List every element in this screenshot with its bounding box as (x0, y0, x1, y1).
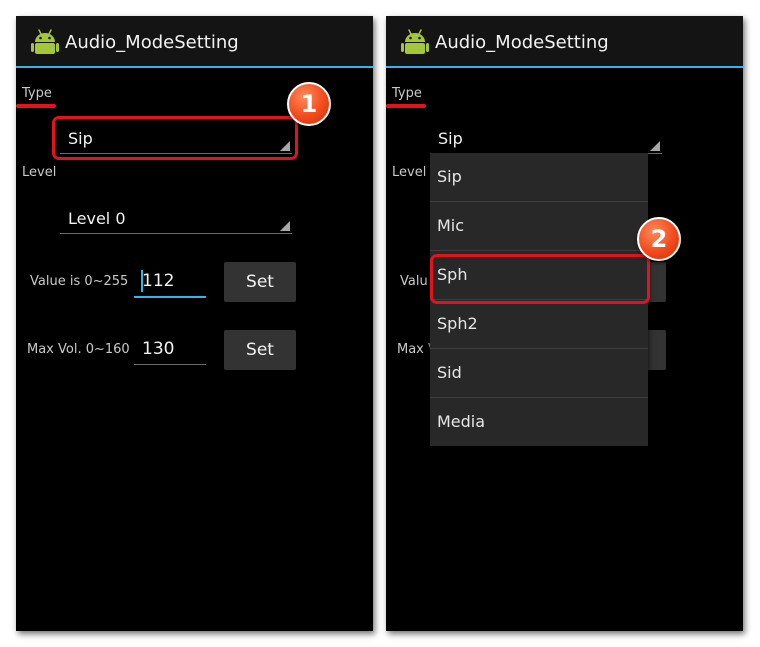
dropdown-option-label: Mic (437, 216, 465, 235)
step-badge-2: 2 (637, 217, 681, 261)
level-spinner-value: Level 0 (68, 209, 126, 228)
value-input-text: 112 (142, 271, 175, 291)
app-title: Audio_ModeSetting (65, 32, 239, 53)
set-value-button[interactable]: Set (224, 262, 296, 302)
spinner-caret-icon (650, 141, 660, 151)
type-spinner-highlight (52, 116, 298, 160)
type-spinner-value: Sip (438, 129, 463, 148)
dropdown-option-media[interactable]: Media (430, 398, 648, 446)
type-label-highlight (386, 104, 426, 108)
value-range-label: Value is 0~255 (30, 274, 129, 289)
type-label: Type (22, 86, 52, 101)
dropdown-option-sip[interactable]: Sip (430, 153, 648, 202)
dropdown-option-label: Sip (437, 167, 462, 186)
set-max-vol-button[interactable]: Set (224, 330, 296, 370)
phone-screen-right: Audio_ModeSetting Type Sip Level Valu Ma… (386, 16, 743, 631)
type-label: Type (392, 86, 422, 101)
dropdown-option-label: Sid (437, 363, 462, 382)
sph-option-highlight (430, 254, 650, 304)
type-label-highlight (16, 104, 56, 108)
dropdown-option-sid[interactable]: Sid (430, 349, 648, 398)
phone-screen-left: Audio_ModeSetting Type Sip 1 Level Level… (16, 16, 373, 631)
dropdown-option-sph2[interactable]: Sph2 (430, 300, 648, 349)
action-bar: Audio_ModeSetting (386, 16, 743, 68)
dropdown-option-label: Sph2 (437, 314, 478, 333)
max-vol-input-text: 130 (142, 339, 175, 359)
value-range-label-partial: Valu (400, 274, 428, 289)
level-label: Level (392, 165, 427, 180)
level-label: Level (22, 165, 57, 180)
value-input[interactable]: 112 (134, 266, 206, 298)
dropdown-option-label: Media (437, 412, 486, 431)
max-vol-label: Max Vol. 0~160 (27, 342, 130, 357)
dropdown-option-mic[interactable]: Mic (430, 202, 648, 251)
android-robot-icon (31, 29, 59, 54)
level-spinner[interactable]: Level 0 (60, 203, 292, 234)
spinner-caret-icon (280, 221, 290, 231)
android-robot-icon (401, 29, 429, 54)
type-spinner[interactable]: Sip (430, 123, 662, 154)
app-title: Audio_ModeSetting (435, 32, 609, 53)
step-badge-1: 1 (287, 82, 331, 126)
max-vol-input[interactable]: 130 (134, 334, 206, 365)
action-bar: Audio_ModeSetting (16, 16, 373, 68)
